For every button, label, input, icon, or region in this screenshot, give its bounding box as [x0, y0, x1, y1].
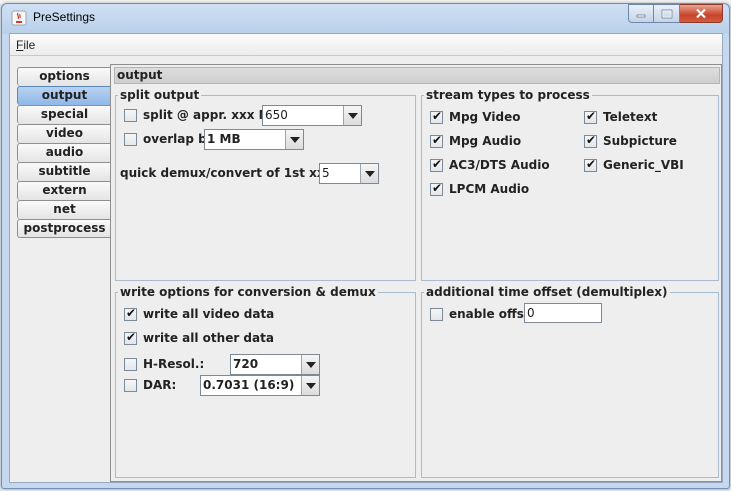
generic-vbi-checkbox[interactable]: [584, 157, 597, 172]
offset-value-field[interactable]: 0: [524, 303, 602, 323]
teletext-checkbox[interactable]: [584, 109, 597, 124]
stream-lpcm-audio[interactable]: LPCM Audio: [430, 181, 530, 196]
minimize-icon: [636, 14, 646, 17]
stream-types-title: stream types to process: [424, 88, 592, 102]
quick-demux-dropdown-button[interactable]: [360, 164, 378, 183]
window-title: PreSettings: [33, 10, 96, 24]
stream-ac3-dts-audio[interactable]: AC3/DTS Audio: [430, 157, 550, 172]
hresol-checkbox[interactable]: [124, 357, 137, 371]
minimize-button[interactable]: [628, 4, 654, 23]
stream-mpg-audio[interactable]: Mpg Audio: [430, 133, 522, 148]
java-app-icon: [11, 10, 27, 26]
tab-subtitle[interactable]: subtitle: [17, 162, 111, 181]
write-options-group: write options for conversion & demux wri…: [115, 285, 416, 478]
lpcm-checkbox[interactable]: [430, 181, 443, 196]
split-checkbox[interactable]: [124, 108, 137, 122]
hresol-dropdown-button[interactable]: [301, 355, 319, 374]
menu-file[interactable]: File: [16, 38, 35, 52]
write-options-title: write options for conversion & demux: [118, 285, 378, 299]
split-row[interactable]: split @ appr. xxx MB: [124, 108, 280, 122]
dar-dropdown-button[interactable]: [301, 376, 319, 395]
time-offset-group: additional time offset (demultiplex) ena…: [421, 285, 719, 478]
close-button[interactable]: [680, 4, 723, 23]
overlap-checkbox[interactable]: [124, 132, 137, 146]
close-icon: [696, 8, 706, 19]
write-video-label: write all video data: [143, 307, 275, 321]
dar-label: DAR:: [143, 378, 177, 392]
mpg-audio-label: Mpg Audio: [449, 134, 522, 148]
enable-offset-row[interactable]: enable offset: [430, 307, 538, 321]
menu-file-label: ile: [23, 38, 36, 52]
write-video-row[interactable]: write all video data: [124, 306, 275, 321]
teletext-label: Teletext: [603, 110, 658, 124]
tab-postprocess[interactable]: postprocess: [17, 219, 111, 238]
mpg-video-checkbox[interactable]: [430, 109, 443, 124]
hresol-row[interactable]: H-Resol.:: [124, 357, 204, 371]
dar-combo[interactable]: 0.7031 (16:9): [200, 375, 320, 396]
quick-demux-value: 5: [322, 166, 330, 180]
overlap-value: 1 MB: [207, 132, 241, 146]
split-output-group: split output split @ appr. xxx MB 650 ov…: [115, 88, 416, 281]
stream-mpg-video[interactable]: Mpg Video: [430, 109, 521, 124]
tab-options[interactable]: options: [17, 67, 111, 86]
maximize-button[interactable]: [654, 4, 680, 23]
overlap-row[interactable]: overlap by: [124, 132, 215, 146]
window-client-area: File options output special video audio …: [9, 33, 723, 483]
dar-value: 0.7031 (16:9): [203, 378, 295, 392]
hresol-value: 720: [233, 357, 259, 371]
lpcm-label: LPCM Audio: [449, 182, 530, 196]
enable-offset-checkbox[interactable]: [430, 307, 443, 321]
chevron-down-icon: [289, 136, 300, 143]
chevron-down-icon: [305, 382, 316, 389]
subpicture-label: Subpicture: [603, 134, 677, 148]
chevron-down-icon: [364, 170, 375, 177]
time-offset-title: additional time offset (demultiplex): [424, 285, 670, 299]
tab-extern[interactable]: extern: [17, 181, 111, 200]
overlap-combo[interactable]: 1 MB: [204, 129, 304, 150]
split-size-value: 650: [265, 108, 288, 122]
split-output-title: split output: [118, 88, 202, 102]
tab-video[interactable]: video: [17, 124, 111, 143]
stream-teletext[interactable]: Teletext: [584, 109, 658, 124]
mpg-audio-checkbox[interactable]: [430, 133, 443, 148]
overlap-dropdown-button[interactable]: [285, 130, 303, 149]
subpicture-checkbox[interactable]: [584, 133, 597, 148]
chevron-down-icon: [305, 361, 316, 368]
maximize-icon: [661, 9, 672, 18]
split-size-dropdown-button[interactable]: [343, 106, 361, 125]
dar-row[interactable]: DAR:: [124, 378, 176, 392]
chevron-down-icon: [347, 112, 358, 119]
ac3-dts-label: AC3/DTS Audio: [449, 158, 550, 172]
tab-output[interactable]: output: [17, 86, 111, 105]
write-other-row[interactable]: write all other data: [124, 330, 274, 345]
hresol-label: H-Resol.:: [143, 357, 205, 371]
split-size-combo[interactable]: 650: [262, 105, 362, 126]
stream-subpicture[interactable]: Subpicture: [584, 133, 677, 148]
mpg-video-label: Mpg Video: [449, 110, 521, 124]
ac3-dts-checkbox[interactable]: [430, 157, 443, 172]
menu-bar: File: [10, 34, 722, 56]
stream-generic-vbi[interactable]: Generic_VBI: [584, 157, 684, 172]
tab-audio[interactable]: audio: [17, 143, 111, 162]
settings-tab-list: options output special video audio subti…: [17, 67, 111, 238]
write-other-label: write all other data: [143, 331, 274, 345]
split-label: split @ appr. xxx MB: [143, 108, 280, 122]
title-bar[interactable]: PreSettings: [2, 4, 729, 32]
quick-demux-combo[interactable]: 5: [319, 163, 379, 184]
panel-title: output: [114, 67, 720, 84]
presettings-window: PreSettings File options output special …: [1, 3, 730, 489]
hresol-combo[interactable]: 720: [230, 354, 320, 375]
dar-checkbox[interactable]: [124, 378, 137, 392]
tab-net[interactable]: net: [17, 200, 111, 219]
stream-types-group: stream types to process Mpg Video Mpg Au…: [421, 88, 719, 281]
output-panel: output split output split @ appr. xxx MB…: [110, 64, 722, 482]
generic-vbi-label: Generic_VBI: [603, 158, 684, 172]
write-video-checkbox[interactable]: [124, 306, 137, 321]
write-other-checkbox[interactable]: [124, 330, 137, 345]
tab-special[interactable]: special: [17, 105, 111, 124]
